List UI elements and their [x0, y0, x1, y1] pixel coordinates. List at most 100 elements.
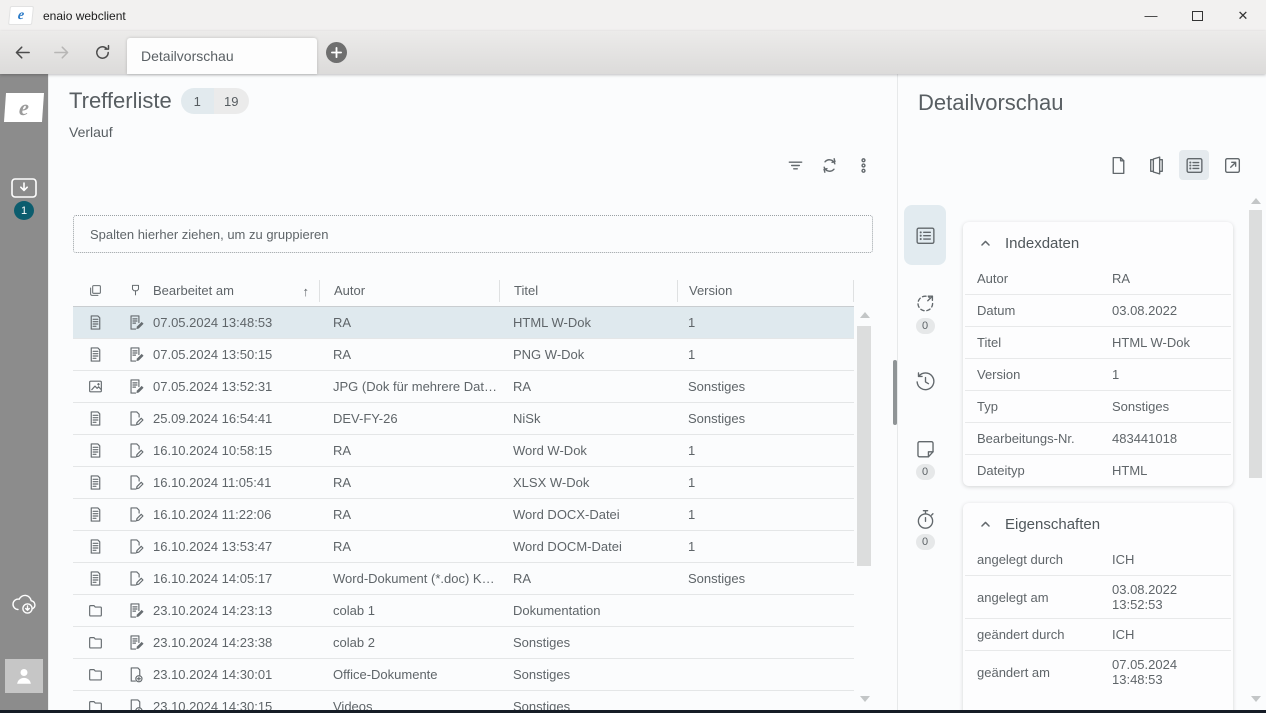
open-external-icon[interactable]: [1217, 150, 1247, 180]
edit-icon: [127, 570, 144, 587]
field-label: Autor: [977, 271, 1112, 286]
table-row[interactable]: 16.10.2024 10:58:15 RA Word W-Dok 1: [73, 435, 854, 467]
document-icon: [87, 410, 104, 427]
reload-button[interactable]: [91, 42, 113, 64]
table-header: Bearbeitet am ↑ Autor Titel Version: [73, 275, 854, 307]
chevron-up-icon: [979, 518, 992, 531]
forward-button[interactable]: [50, 42, 72, 64]
back-button[interactable]: [11, 42, 33, 64]
index-data-view-icon[interactable]: [1179, 150, 1209, 180]
app-sidebar: e 1: [0, 74, 48, 713]
object-state-column-icon[interactable]: [117, 283, 153, 298]
package-view-icon[interactable]: [1141, 150, 1171, 180]
properties-header[interactable]: Eigenschaften: [963, 503, 1233, 543]
table-row[interactable]: 07.05.2024 13:52:31 JPG (Dok für mehrere…: [73, 371, 854, 403]
detail-side-tabs: 0 0 0: [904, 205, 946, 265]
cell-autor: colab 2: [319, 635, 499, 650]
indexdata-card: Indexdaten Autor RA Datum 03.08.2022: [963, 222, 1233, 486]
filter-icon[interactable]: [785, 155, 805, 175]
row-object-type: [73, 442, 117, 459]
table-row[interactable]: 23.10.2024 14:30:01 Office-Dokumente Son…: [73, 659, 854, 691]
field-value: ICH: [1112, 621, 1219, 648]
cell-autor: DEV-FY-26: [319, 411, 499, 426]
tab-references[interactable]: 0: [904, 292, 946, 334]
cell-bearbeitet-am: 16.10.2024 14:05:17: [153, 571, 319, 586]
table-row[interactable]: 23.10.2024 14:23:38 colab 2 Sonstiges: [73, 627, 854, 659]
edit-lines-icon: [127, 378, 144, 395]
hitlist-toolbar: [785, 155, 873, 175]
result-rows: 07.05.2024 13:48:53 RA HTML W-Dok 1 07.0…: [73, 307, 854, 713]
cell-bearbeitet-am: 07.05.2024 13:52:31: [153, 379, 319, 394]
tab-history[interactable]: [904, 370, 946, 393]
minimize-button[interactable]: —: [1128, 0, 1174, 31]
field-label: Titel: [977, 335, 1112, 350]
document-icon: [87, 314, 104, 331]
scroll-down-arrow[interactable]: [1251, 696, 1261, 702]
page-subtitle: Verlauf: [69, 124, 113, 140]
column-bearbeitet-am[interactable]: Bearbeitet am ↑: [153, 283, 319, 298]
column-titel[interactable]: Titel: [499, 280, 677, 302]
scrollbar-thumb[interactable]: [1249, 210, 1262, 478]
object-type-column-icon[interactable]: [73, 283, 117, 298]
column-autor[interactable]: Autor: [319, 280, 499, 302]
close-button[interactable]: ✕: [1220, 0, 1266, 31]
detail-title: Detailvorschau: [918, 90, 1064, 116]
kebab-menu-icon[interactable]: [853, 155, 873, 175]
table-row[interactable]: 16.10.2024 13:53:47 RA Word DOCM-Datei 1: [73, 531, 854, 563]
row-object-type: [73, 314, 117, 331]
row-object-state: [117, 506, 153, 523]
cell-bearbeitet-am: 16.10.2024 10:58:15: [153, 443, 319, 458]
scrollbar-thumb[interactable]: [857, 326, 871, 566]
detail-field-row: angelegt durch ICH: [965, 543, 1231, 575]
add-tab-button[interactable]: [326, 42, 347, 63]
table-row[interactable]: 07.05.2024 13:50:15 RA PNG W-Dok 1: [73, 339, 854, 371]
properties-card: Eigenschaften angelegt durch ICH angeleg…: [963, 503, 1233, 713]
tab-notes[interactable]: 0: [904, 438, 946, 480]
timer-count-badge: 0: [916, 534, 935, 550]
cell-version: 1: [677, 539, 854, 554]
detail-scrollbar[interactable]: [1249, 194, 1263, 710]
table-row[interactable]: 16.10.2024 14:05:17 Word-Dokument (*.doc…: [73, 563, 854, 595]
group-by-dropzone[interactable]: Spalten hierher ziehen, um zu gruppieren: [73, 215, 873, 253]
table-row[interactable]: 16.10.2024 11:05:41 RA XLSX W-Dok 1: [73, 467, 854, 499]
field-label: Version: [977, 367, 1112, 382]
document-icon: [87, 474, 104, 491]
tab-timer[interactable]: 0: [904, 508, 946, 550]
download-tray-icon[interactable]: [11, 178, 37, 198]
table-row[interactable]: 25.09.2024 16:54:41 DEV-FY-26 NiSk Sonst…: [73, 403, 854, 435]
detail-field-row: Bearbeitungs-Nr. 483441018: [965, 422, 1231, 454]
maximize-button[interactable]: [1174, 0, 1220, 31]
cell-autor: RA: [319, 315, 499, 330]
field-label: angelegt am: [977, 590, 1112, 605]
scroll-up-arrow[interactable]: [1251, 198, 1261, 204]
file-preview-icon[interactable]: [1103, 150, 1133, 180]
folder-icon: [87, 602, 104, 619]
document-icon: [87, 442, 104, 459]
detail-field-row: geändert durch ICH: [965, 618, 1231, 650]
cloud-download-icon[interactable]: [9, 592, 39, 616]
field-label: Bearbeitungs-Nr.: [977, 431, 1112, 446]
cell-autor: RA: [319, 443, 499, 458]
scroll-up-arrow[interactable]: [860, 312, 870, 318]
table-scrollbar[interactable]: [857, 310, 872, 710]
tab-indexdata[interactable]: [904, 205, 946, 265]
indexdata-header[interactable]: Indexdaten: [963, 222, 1233, 262]
table-row[interactable]: 23.10.2024 14:23:13 colab 1 Dokumentatio…: [73, 595, 854, 627]
scroll-down-arrow[interactable]: [860, 696, 870, 702]
row-object-state: [117, 378, 153, 395]
row-object-state: [117, 538, 153, 555]
table-row[interactable]: 07.05.2024 13:48:53 RA HTML W-Dok 1: [73, 307, 854, 339]
detail-view-switcher: [1103, 150, 1247, 180]
tab-detailvorschau[interactable]: Detailvorschau: [127, 38, 317, 74]
cell-version: 1: [677, 443, 854, 458]
cell-autor: RA: [319, 539, 499, 554]
refresh-icon[interactable]: [819, 155, 839, 175]
enaio-sidebar-logo-icon[interactable]: e: [4, 93, 44, 122]
edit-lines-icon: [127, 314, 144, 331]
table-row[interactable]: 16.10.2024 11:22:06 RA Word DOCX-Datei 1: [73, 499, 854, 531]
sort-ascending-icon[interactable]: ↑: [303, 284, 310, 299]
column-version[interactable]: Version: [677, 280, 854, 302]
user-avatar[interactable]: [5, 659, 43, 693]
edit-lines-icon: [127, 602, 144, 619]
window-title: enaio webclient: [43, 9, 126, 23]
